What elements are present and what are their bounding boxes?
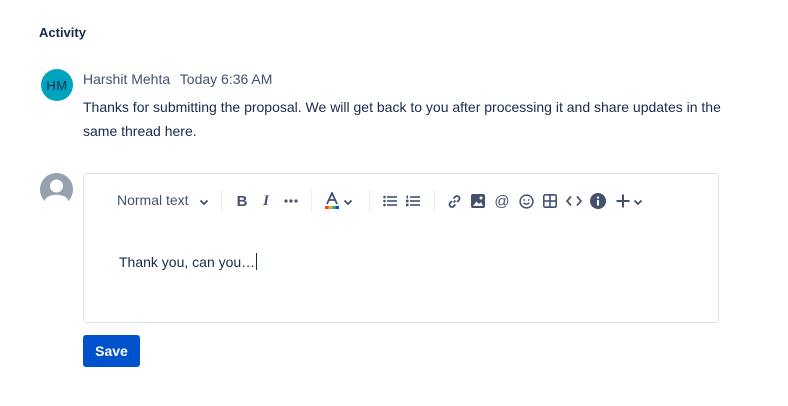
avatar[interactable]: HM [41, 69, 73, 101]
toolbar-divider [434, 190, 435, 212]
chevron-down-icon[interactable] [341, 195, 355, 209]
text-style-dropdown[interactable]: Normal text [117, 192, 189, 208]
comment-body: Thanks for submitting the proposal. We w… [83, 99, 721, 139]
more-icon[interactable] [281, 191, 301, 211]
image-icon[interactable] [468, 191, 488, 211]
comment-author[interactable]: Harshit Mehta [83, 71, 170, 87]
editor-text: Thank you, can you… [119, 254, 256, 270]
link-icon[interactable] [444, 191, 464, 211]
code-icon[interactable] [564, 191, 584, 211]
activity-heading: Activity [39, 25, 86, 40]
comment-editor[interactable]: Normal text B I @ Thank you, can you… [83, 173, 719, 323]
toolbar-divider [369, 190, 370, 212]
table-icon[interactable] [540, 191, 560, 211]
text-color-icon[interactable] [323, 191, 341, 211]
comment-meta: Harshit Mehta Today 6:36 AM [83, 71, 272, 87]
emoji-icon[interactable] [516, 191, 536, 211]
comment-timestamp[interactable]: Today 6:36 AM [180, 71, 273, 87]
mention-icon[interactable]: @ [492, 191, 512, 211]
bullet-list-icon[interactable] [380, 191, 400, 211]
chevron-down-icon[interactable] [197, 195, 211, 209]
numbered-list-icon[interactable] [403, 191, 423, 211]
info-icon[interactable] [588, 191, 608, 211]
editor-content[interactable]: Thank you, can you… [119, 253, 258, 270]
plus-icon[interactable] [613, 191, 633, 211]
bold-icon[interactable]: B [232, 191, 252, 211]
save-button[interactable]: Save [83, 335, 140, 367]
toolbar-divider [221, 190, 222, 212]
italic-icon[interactable]: I [256, 191, 276, 211]
chevron-down-icon[interactable] [631, 195, 645, 209]
editor-toolbar: Normal text B I @ [84, 187, 718, 215]
text-cursor [256, 253, 258, 270]
toolbar-divider [311, 190, 312, 212]
user-avatar [40, 173, 73, 206]
text-style-label: Normal text [117, 192, 189, 208]
user-avatar-icon [40, 173, 73, 206]
